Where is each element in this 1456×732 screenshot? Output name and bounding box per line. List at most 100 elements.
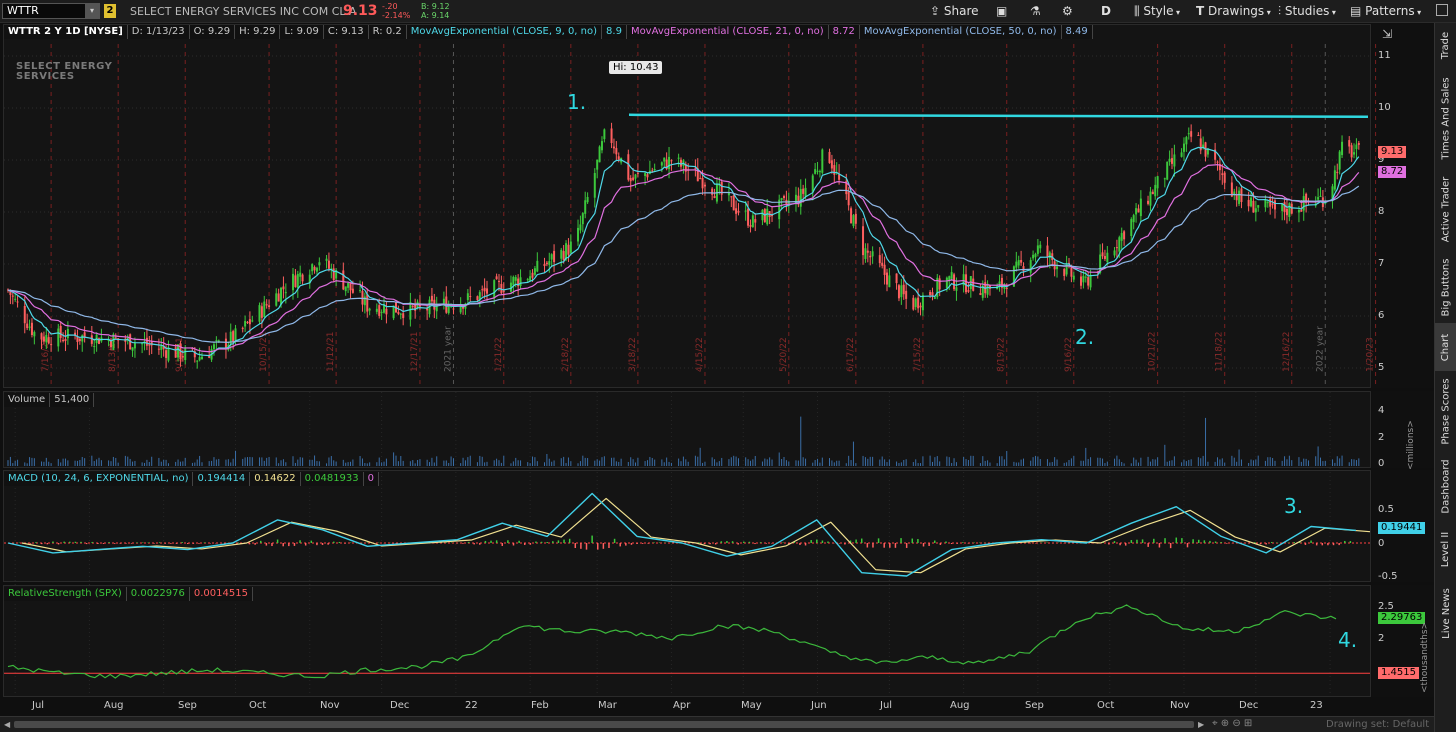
candle-body [1106, 252, 1109, 263]
tab-trade[interactable]: Trade [1435, 23, 1456, 67]
candle-body [581, 213, 584, 225]
volume-tick: 4 [1378, 405, 1385, 416]
scroll-right-icon[interactable]: ▶ [1198, 720, 1204, 729]
candle-body [1221, 173, 1224, 175]
candle-body [359, 290, 362, 292]
tab-phase-scores[interactable]: Phase Scores [1435, 375, 1456, 447]
candle-body [711, 188, 714, 195]
month-label: Jul [32, 700, 45, 711]
candle-body [1147, 200, 1150, 204]
candle-body [1113, 250, 1116, 256]
candle-body [493, 280, 496, 298]
date-marker-label: 11/18/22 [1215, 332, 1225, 372]
candle-body [569, 241, 572, 253]
ema50-label[interactable]: MovAvgExponential (CLOSE, 50, 0, no) [859, 25, 1062, 39]
candle-body [59, 325, 62, 338]
date-marker-label: 2/18/22 [561, 337, 571, 372]
candle-body [953, 274, 956, 290]
candle-body [1300, 209, 1303, 212]
candle-body [383, 304, 386, 313]
candle-body [531, 272, 534, 278]
candle-body [1336, 171, 1339, 173]
rs-label[interactable]: RelativeStrength (SPX) [4, 587, 127, 601]
candle-body [375, 308, 378, 312]
candle-body [732, 195, 735, 211]
ema-price-tag: 8.72 [1378, 166, 1407, 178]
tab-dashboard[interactable]: Dashboard [1435, 453, 1456, 519]
candle-body [248, 319, 251, 325]
ema50-value: 8.49 [1061, 25, 1093, 39]
volume-unit: <millions> [1406, 420, 1416, 470]
candle-body [93, 346, 96, 348]
tab-times-and-sales[interactable]: Times And Sales [1435, 73, 1456, 163]
candle-body [967, 290, 970, 292]
candle-body [234, 328, 237, 342]
candle-body [16, 301, 19, 303]
high-tooltip: Hi: 10.43 [609, 61, 663, 74]
candle-body [529, 276, 532, 281]
volume-value: 51,400 [50, 393, 95, 407]
candle-body [615, 148, 618, 155]
candle-body [1302, 196, 1305, 211]
candle-body [1048, 252, 1051, 259]
candle-body [526, 279, 529, 281]
candle-body [754, 219, 757, 223]
candle-body [1082, 275, 1085, 283]
volume-header: Volume 51,400 [4, 393, 95, 407]
candle-body [799, 188, 802, 207]
tab-active-trader[interactable]: Active Trader [1435, 169, 1456, 249]
tab-label: Times And Sales [1440, 76, 1452, 160]
volume-tick: 0 [1378, 458, 1385, 469]
candle-body [905, 290, 908, 299]
candle-body [610, 128, 613, 144]
ema21-label[interactable]: MovAvgExponential (CLOSE, 21, 0, no) [626, 25, 829, 39]
ohlc-date: D: 1/13/23 [127, 25, 190, 39]
tab-chart[interactable]: Chart [1435, 323, 1456, 371]
rs-header: RelativeStrength (SPX) 0.0022976 0.00145… [4, 587, 253, 601]
macd-label[interactable]: MACD (10, 24, 6, EXPONENTIAL, no) [4, 472, 194, 486]
candle-body [361, 290, 364, 305]
candle-body [196, 360, 199, 362]
candle-body [1353, 152, 1356, 155]
candle-body [584, 200, 587, 214]
candle-body [282, 286, 285, 290]
rs-ref-tag: 1.4515 [1378, 667, 1419, 679]
candle-body [76, 336, 79, 342]
annotation-2: 2. [1075, 325, 1095, 349]
time-scrollbar[interactable]: ◀ ▶ ⌖ ⊕ ⊖ ⊞ Drawing set: Default [0, 716, 1456, 732]
zoom-tools-icon[interactable]: ⌖ ⊕ ⊖ ⊞ [1212, 718, 1252, 729]
candle-body [881, 262, 884, 266]
scroll-thumb[interactable] [14, 721, 1194, 728]
candle-body [268, 305, 271, 307]
candle-body [502, 290, 505, 292]
chart-title: WTTR 2 Y 1D [NYSE] [4, 25, 128, 39]
candle-body [495, 276, 498, 280]
ema9-label[interactable]: MovAvgExponential (CLOSE, 9, 0, no) [406, 25, 603, 39]
candle-body [478, 292, 481, 299]
scroll-left-icon[interactable]: ◀ [4, 720, 10, 729]
candle-body [265, 304, 268, 306]
tab-live-news[interactable]: Live News [1435, 581, 1456, 645]
candle-body [1250, 197, 1253, 207]
candle-body [1072, 275, 1075, 280]
candle-body [804, 187, 807, 197]
candle-body [212, 344, 215, 350]
candle-body [366, 294, 369, 312]
candle-body [174, 347, 177, 358]
candle-body [612, 146, 615, 149]
candle-body [318, 262, 321, 266]
price-tick: 5 [1378, 362, 1385, 373]
candle-body [201, 356, 203, 360]
ohlc-low: L: 9.09 [280, 25, 324, 39]
candle-body [1338, 151, 1341, 170]
tab-big-buttons[interactable]: Big Buttons [1435, 255, 1456, 319]
tab-label: Chart [1440, 333, 1452, 361]
candle-body [565, 243, 568, 260]
candle-body [258, 305, 261, 322]
month-label: Mar [598, 700, 617, 711]
tab-level-ii[interactable]: Level II [1435, 523, 1456, 575]
candle-body [1151, 191, 1154, 195]
candle-body [481, 289, 484, 291]
axis-settings-icon[interactable]: ⇲ [1382, 27, 1392, 41]
candle-body [1029, 260, 1032, 273]
